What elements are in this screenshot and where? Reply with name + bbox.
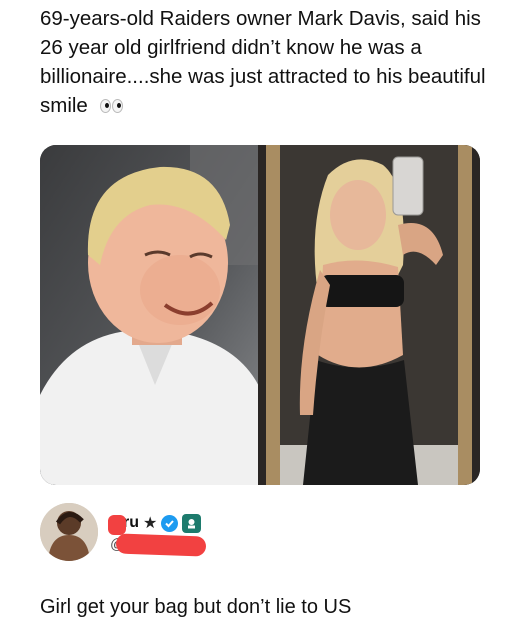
photo-woman-mirror-selfie bbox=[258, 145, 480, 485]
star-icon: ★ bbox=[142, 515, 158, 532]
post-text: 69-years-old Raiders owner Mark Davis, s… bbox=[40, 4, 500, 121]
reply-text: Girl get your bag but don’t lie to US bbox=[40, 596, 352, 618]
avatar-image bbox=[40, 503, 98, 561]
post-image[interactable] bbox=[40, 145, 480, 485]
eyes-icon bbox=[99, 92, 124, 121]
redaction-mark bbox=[108, 515, 126, 535]
photo-man-smiling bbox=[40, 145, 263, 485]
verified-icon bbox=[161, 514, 179, 532]
redaction-mark bbox=[115, 533, 207, 557]
affiliate-badge-icon bbox=[182, 513, 202, 533]
avatar[interactable] bbox=[40, 503, 98, 561]
